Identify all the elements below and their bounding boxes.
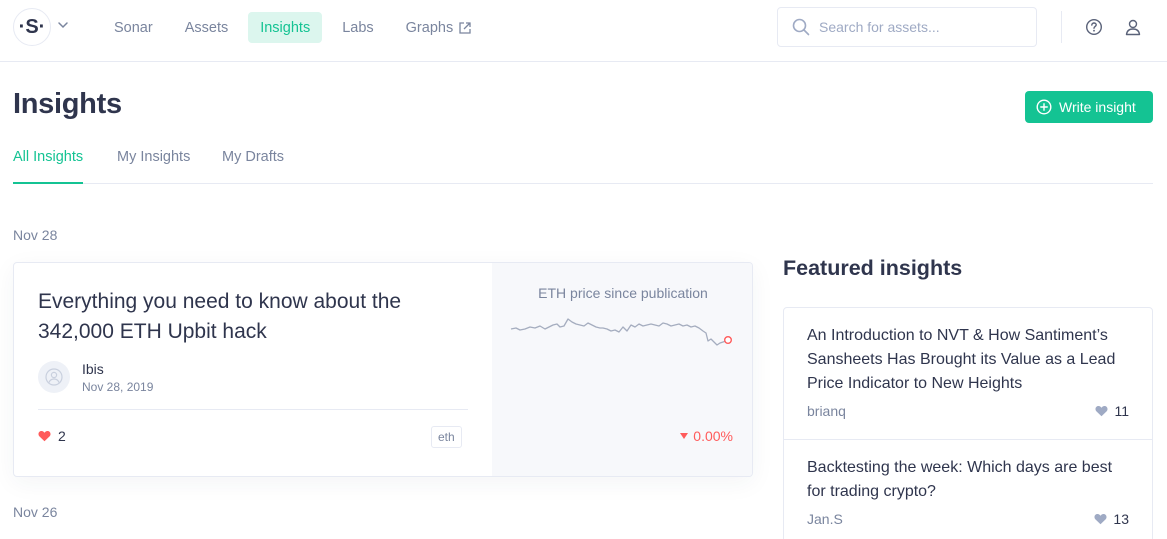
featured-insight-item[interactable]: An Introduction to NVT & How Santiment’s… — [784, 308, 1152, 439]
price-change-value: 0.00% — [693, 428, 733, 444]
price-change: 0.00% — [680, 428, 733, 444]
page-title: Insights — [13, 88, 122, 120]
header-divider — [1061, 11, 1062, 43]
featured-like-count: 11 — [1114, 403, 1129, 419]
tab-my-insights-label: My Insights — [117, 149, 191, 165]
date-heading: Nov 26 — [13, 504, 58, 520]
chevron-down-icon[interactable] — [56, 18, 70, 32]
featured-insights-list: An Introduction to NVT & How Santiment’s… — [783, 307, 1153, 539]
nav-sonar[interactable]: Sonar — [102, 12, 165, 43]
card-divider — [38, 409, 468, 410]
write-insight-button[interactable]: Write insight — [1025, 91, 1153, 123]
author-name[interactable]: Ibis — [82, 361, 104, 377]
nav-graphs-label: Graphs — [405, 19, 454, 36]
nav-insights[interactable]: Insights — [248, 12, 323, 43]
featured-insight-author[interactable]: Jan.S — [807, 511, 843, 527]
tab-my-insights[interactable]: My Insights — [117, 149, 190, 184]
user-icon[interactable] — [1124, 18, 1142, 36]
asset-tag[interactable]: eth — [431, 426, 462, 448]
nav-graphs[interactable]: Graphs — [394, 12, 485, 43]
insight-title[interactable]: Everything you need to know about the 34… — [38, 287, 478, 347]
tab-all-insights[interactable]: All Insights — [13, 149, 84, 184]
chart-caption: ETH price since publication — [538, 285, 708, 301]
featured-like-button[interactable]: 11 — [1095, 403, 1129, 419]
asset-search[interactable] — [777, 7, 1037, 47]
write-insight-label: Write insight — [1059, 99, 1136, 115]
help-icon[interactable] — [1085, 18, 1103, 36]
date-heading: Nov 28 — [13, 227, 58, 243]
nav-labs[interactable]: Labs — [330, 12, 385, 43]
tab-my-drafts[interactable]: My Drafts — [222, 149, 284, 184]
price-chart-panel: ETH price since publication 0.00% — [492, 263, 752, 476]
featured-insights-title: Featured insights — [783, 256, 963, 280]
search-icon — [792, 18, 810, 36]
insights-tabs: All Insights My Insights My Drafts — [13, 146, 1153, 184]
featured-like-button[interactable]: 13 — [1094, 511, 1129, 527]
eth-price-sparkline — [510, 318, 732, 346]
heart-icon — [1094, 513, 1107, 525]
featured-insight-title[interactable]: An Introduction to NVT & How Santiment’s… — [807, 324, 1132, 396]
external-link-icon — [459, 21, 471, 34]
featured-like-count: 13 — [1113, 511, 1129, 527]
featured-insight-author[interactable]: brianq — [807, 403, 846, 419]
like-count: 2 — [58, 428, 66, 444]
user-avatar-icon — [45, 368, 63, 386]
santiment-logo[interactable]: ·S· — [13, 8, 51, 46]
nav-insights-label: Insights — [260, 19, 311, 36]
featured-insight-item[interactable]: Backtesting the week: Which days are bes… — [784, 439, 1152, 539]
tab-all-insights-label: All Insights — [13, 149, 84, 165]
search-input[interactable] — [819, 19, 1019, 35]
author-avatar[interactable] — [38, 361, 70, 393]
plus-circle-icon — [1036, 99, 1052, 115]
insight-card[interactable]: Everything you need to know about the 34… — [13, 262, 753, 477]
like-button[interactable]: 2 — [38, 428, 66, 444]
main-nav: Sonar Assets Insights Labs Graphs — [102, 12, 492, 43]
nav-labs-label: Labs — [342, 19, 374, 36]
caret-down-icon — [680, 433, 689, 439]
publish-date: Nov 28, 2019 — [82, 380, 154, 394]
nav-sonar-label: Sonar — [114, 19, 153, 36]
heart-icon — [1095, 405, 1108, 417]
top-navigation-bar: ·S· Sonar Assets Insights Labs Graphs — [0, 0, 1167, 62]
nav-assets[interactable]: Assets — [173, 12, 241, 43]
featured-insight-title[interactable]: Backtesting the week: Which days are bes… — [807, 456, 1132, 504]
tab-my-drafts-label: My Drafts — [222, 149, 285, 165]
nav-assets-label: Assets — [184, 19, 229, 36]
heart-icon — [38, 430, 51, 442]
